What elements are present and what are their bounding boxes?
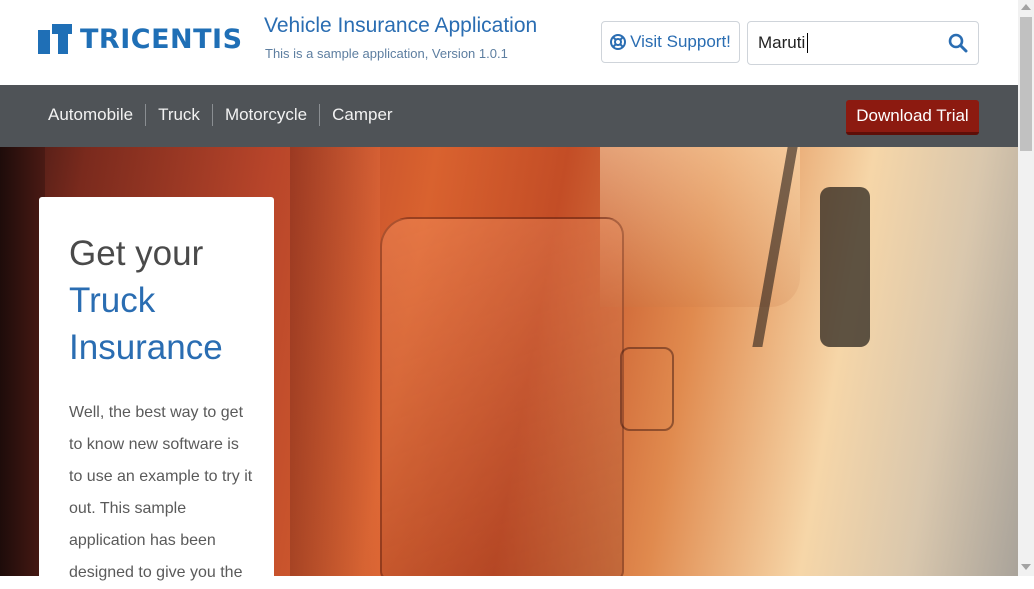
app-subtitle: This is a sample application, Version 1.…: [265, 46, 508, 61]
nav-item-automobile[interactable]: Automobile: [36, 104, 145, 126]
scroll-thumb[interactable]: [1020, 17, 1032, 151]
app-title: Vehicle Insurance Application: [264, 14, 538, 37]
page-header: TRICENTIS Vehicle Insurance Application …: [0, 0, 1018, 85]
main-navbar: Automobile Truck Motorcycle Camper Downl…: [0, 85, 1018, 147]
search-input[interactable]: [758, 32, 938, 54]
nav-item-motorcycle[interactable]: Motorcycle: [211, 104, 319, 126]
logo-mark-icon: [38, 22, 72, 56]
download-trial-button[interactable]: Download Trial: [846, 100, 979, 135]
hero-card: Get your Truck Insurance Well, the best …: [39, 197, 274, 581]
visit-support-label: Visit Support!: [630, 32, 731, 51]
search-icon[interactable]: [948, 33, 968, 53]
tricentis-logo[interactable]: TRICENTIS: [38, 22, 243, 56]
nav-menu: Automobile Truck Motorcycle Camper: [36, 104, 405, 126]
logo-text: TRICENTIS: [80, 23, 243, 55]
nav-item-truck[interactable]: Truck: [145, 104, 212, 126]
hero-body-text: Well, the best way to get to know new so…: [69, 404, 253, 581]
scroll-down-arrow-icon[interactable]: [1021, 564, 1031, 570]
search-box[interactable]: [747, 21, 979, 65]
nav-item-camper[interactable]: Camper: [319, 104, 404, 126]
text-caret: [807, 33, 808, 53]
scroll-up-arrow-icon[interactable]: [1021, 4, 1031, 10]
hero-heading-line1: Get your: [69, 234, 204, 273]
visit-support-button[interactable]: Visit Support!: [601, 21, 740, 63]
lifebuoy-icon: [610, 34, 627, 50]
hero-heading-line2: Truck Insurance: [69, 281, 223, 367]
